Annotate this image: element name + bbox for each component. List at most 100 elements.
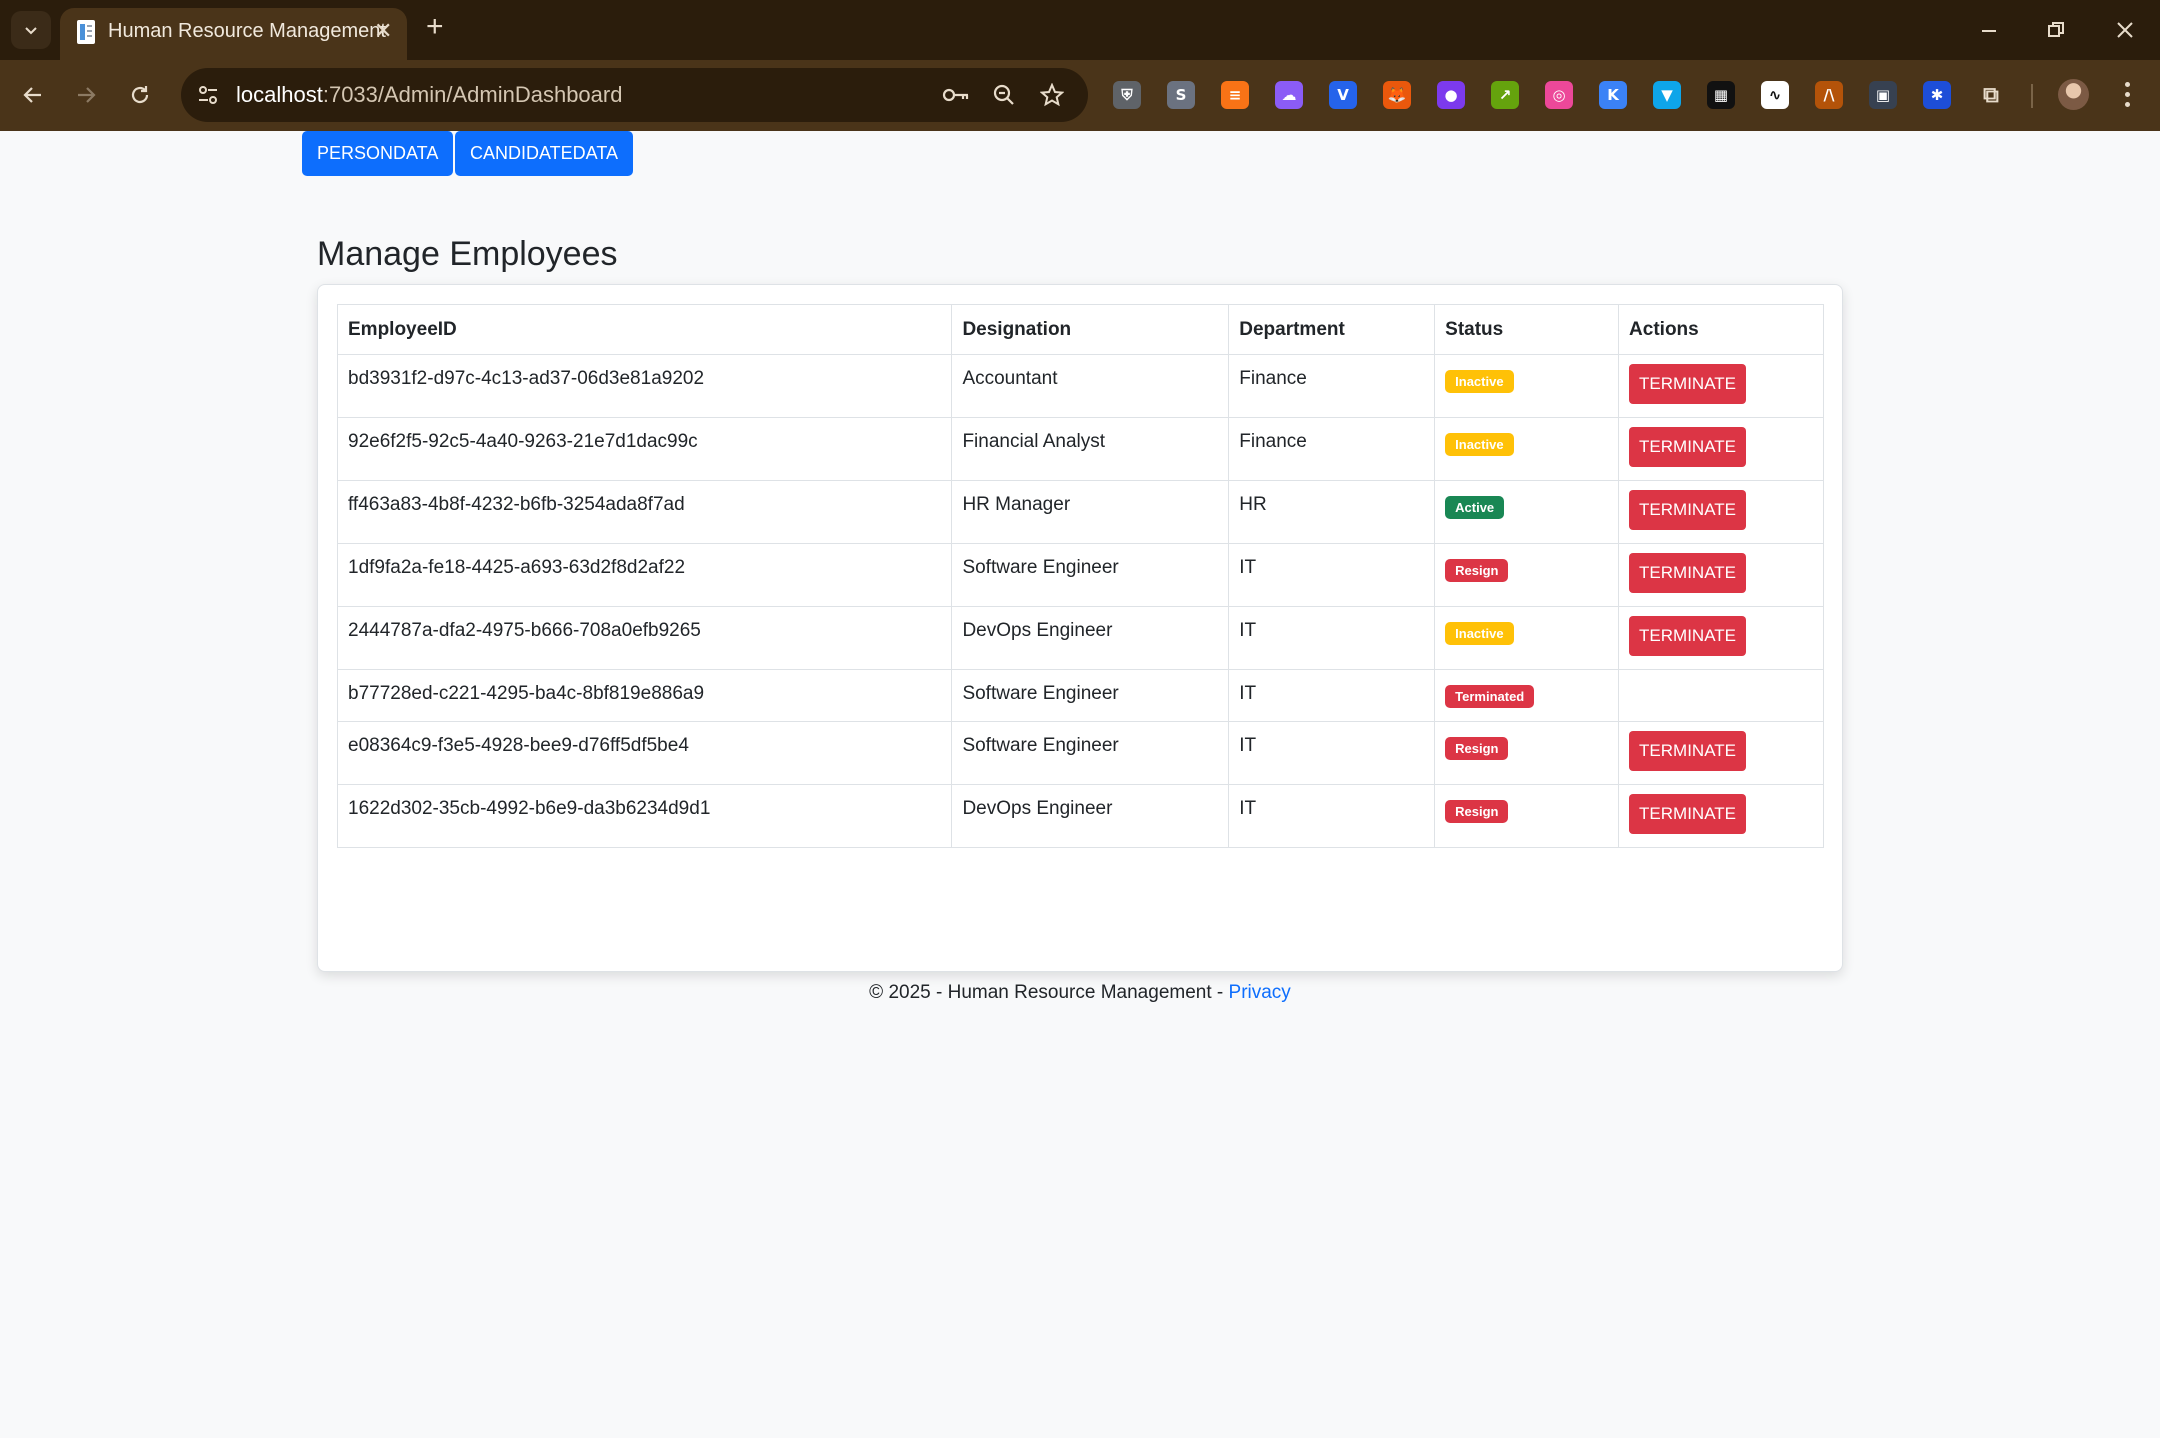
site-settings-icon[interactable] bbox=[193, 80, 223, 110]
header-status: Status bbox=[1434, 304, 1620, 355]
address-bar[interactable]: localhost:7033/Admin/AdminDashboard bbox=[181, 68, 1088, 122]
toolbar-divider bbox=[2031, 84, 2033, 108]
document-favicon-icon bbox=[77, 20, 95, 44]
s-extension-icon[interactable]: S bbox=[1167, 81, 1195, 109]
terminate-button[interactable]: TERMINATE bbox=[1629, 794, 1747, 834]
zoom-icon[interactable] bbox=[989, 80, 1019, 110]
cell-status: Resign bbox=[1434, 784, 1620, 848]
chevron-down-icon bbox=[25, 27, 37, 35]
reload-icon[interactable] bbox=[121, 76, 159, 114]
persondata-button[interactable]: PERSONDATA bbox=[302, 131, 454, 176]
footer-text: © 2025 - Human Resource Management - bbox=[869, 982, 1229, 1003]
cell-actions: TERMINATE bbox=[1618, 417, 1824, 481]
cell-actions: TERMINATE bbox=[1618, 354, 1824, 418]
browser-tab-active[interactable]: Human Resource Management ✕ bbox=[60, 8, 407, 60]
table-row: bd3931f2-d97c-4c13-ad37-06d3e81a9202 Acco… bbox=[336, 354, 1824, 418]
puzzle-extensions-icon[interactable]: ⧉ bbox=[1977, 81, 2005, 109]
cell-employee-id: ff463a83-4b8f-4232-b6fb-3254ada8f7ad bbox=[336, 480, 953, 544]
grid-extension-icon[interactable]: ▦ bbox=[1707, 81, 1735, 109]
cell-department: IT bbox=[1228, 784, 1436, 848]
cell-designation: Software Engineer bbox=[951, 543, 1230, 607]
footer: © 2025 - Human Resource Management - Pri… bbox=[0, 982, 2160, 1004]
back-arrow-icon[interactable] bbox=[14, 76, 52, 114]
employees-table: EmployeeID Designation Department Status… bbox=[336, 304, 1824, 848]
qr-extension-icon[interactable]: ▣ bbox=[1869, 81, 1897, 109]
ring-extension-icon[interactable]: ◎ bbox=[1545, 81, 1573, 109]
cell-status: Inactive bbox=[1434, 354, 1620, 418]
status-badge: Active bbox=[1445, 496, 1505, 519]
header-department: Department bbox=[1228, 304, 1436, 355]
snowflake-extension-icon[interactable]: ✱ bbox=[1923, 81, 1951, 109]
cloud-extension-icon[interactable]: ☁ bbox=[1275, 81, 1303, 109]
table-row: 1df9fa2a-fe18-4425-a693-63d2f8d2af22 Soft… bbox=[336, 543, 1824, 607]
terminate-button[interactable]: TERMINATE bbox=[1629, 553, 1747, 593]
employees-card: EmployeeID Designation Department Status… bbox=[317, 284, 1843, 972]
status-badge: Resign bbox=[1445, 559, 1509, 582]
cell-employee-id: bd3931f2-d97c-4c13-ad37-06d3e81a9202 bbox=[336, 354, 953, 418]
cell-actions: TERMINATE bbox=[1618, 721, 1824, 785]
v-extension-icon[interactable]: V bbox=[1329, 81, 1357, 109]
page-content: PERSONDATA CANDIDATEDATA Manage Employee… bbox=[0, 131, 2160, 1438]
restore-window-icon[interactable] bbox=[2036, 10, 2076, 50]
robot-extension-icon[interactable]: ● bbox=[1437, 81, 1465, 109]
tab-search-button[interactable] bbox=[11, 11, 51, 49]
candidatedata-button[interactable]: CANDIDATEDATA bbox=[455, 131, 634, 176]
chart-extension-icon[interactable]: ↗ bbox=[1491, 81, 1519, 109]
terminate-button[interactable]: TERMINATE bbox=[1629, 364, 1747, 404]
terminate-button[interactable]: TERMINATE bbox=[1629, 427, 1747, 467]
header-designation: Designation bbox=[951, 304, 1230, 355]
diamond-extension-icon[interactable]: ▼ bbox=[1653, 81, 1681, 109]
cell-actions bbox=[1618, 669, 1824, 722]
cell-designation: Software Engineer bbox=[951, 721, 1230, 785]
browser-toolbar: localhost:7033/Admin/AdminDashboard ⛨ S ≡ ☁… bbox=[0, 60, 2160, 131]
cell-employee-id: 1622d302-35cb-4992-b6e9-da3b6234d9d1 bbox=[336, 784, 953, 848]
close-window-icon[interactable] bbox=[2105, 10, 2145, 50]
url-path: :7033/Admin/AdminDashboard bbox=[322, 82, 623, 107]
wave-extension-icon[interactable]: ∿ bbox=[1761, 81, 1789, 109]
url-text[interactable]: localhost:7033/Admin/AdminDashboard bbox=[236, 82, 622, 108]
cell-department: IT bbox=[1228, 606, 1436, 670]
new-tab-icon[interactable]: + bbox=[426, 12, 444, 42]
table-header-row: EmployeeID Designation Department Status… bbox=[336, 304, 1824, 355]
shield-extension-icon[interactable]: ⛨ bbox=[1113, 81, 1141, 109]
browser-menu-icon[interactable] bbox=[2117, 77, 2137, 111]
fox-extension-icon[interactable]: 🦊 bbox=[1383, 81, 1411, 109]
status-badge: Inactive bbox=[1445, 622, 1514, 645]
url-host: localhost bbox=[236, 82, 323, 107]
cell-status: Resign bbox=[1434, 721, 1620, 785]
cell-status: Inactive bbox=[1434, 417, 1620, 481]
cell-employee-id: 2444787a-dfa2-4975-b666-708a0efb9265 bbox=[336, 606, 953, 670]
minimize-window-icon[interactable] bbox=[1969, 10, 2009, 50]
status-badge: Resign bbox=[1445, 800, 1509, 823]
browser-tab-bar: Human Resource Management ✕ + bbox=[0, 0, 2160, 60]
cell-actions: TERMINATE bbox=[1618, 606, 1824, 670]
header-actions: Actions bbox=[1618, 304, 1824, 355]
cell-department: IT bbox=[1228, 669, 1436, 722]
cell-designation: Software Engineer bbox=[951, 669, 1230, 722]
cell-designation: Financial Analyst bbox=[951, 417, 1230, 481]
cell-designation: HR Manager bbox=[951, 480, 1230, 544]
terminate-button[interactable]: TERMINATE bbox=[1629, 731, 1747, 771]
cell-designation: Accountant bbox=[951, 354, 1230, 418]
forward-arrow-icon[interactable] bbox=[67, 76, 105, 114]
profile-avatar[interactable] bbox=[2058, 79, 2089, 110]
terminate-button[interactable]: TERMINATE bbox=[1629, 490, 1747, 530]
table-row: ff463a83-4b8f-4232-b6fb-3254ada8f7ad HR M… bbox=[336, 480, 1824, 544]
password-key-icon[interactable] bbox=[941, 80, 971, 110]
status-badge: Terminated bbox=[1445, 685, 1535, 708]
cell-employee-id: b77728ed-c221-4295-ba4c-8bf819e886a9 bbox=[336, 669, 953, 722]
stripes-extension-icon[interactable]: ≡ bbox=[1221, 81, 1249, 109]
k-extension-icon[interactable]: K bbox=[1599, 81, 1627, 109]
privacy-link[interactable]: Privacy bbox=[1229, 982, 1291, 1003]
signature-extension-icon[interactable]: /\ bbox=[1815, 81, 1843, 109]
status-badge: Inactive bbox=[1445, 433, 1514, 456]
cell-designation: DevOps Engineer bbox=[951, 606, 1230, 670]
close-tab-icon[interactable]: ✕ bbox=[374, 20, 392, 42]
bookmark-star-icon[interactable] bbox=[1037, 80, 1067, 110]
cell-status: Resign bbox=[1434, 543, 1620, 607]
tab-title: Human Resource Management bbox=[108, 20, 386, 42]
cell-department: Finance bbox=[1228, 417, 1436, 481]
status-badge: Resign bbox=[1445, 737, 1509, 760]
terminate-button[interactable]: TERMINATE bbox=[1629, 616, 1747, 656]
table-row: 1622d302-35cb-4992-b6e9-da3b6234d9d1 DevO… bbox=[336, 784, 1824, 848]
